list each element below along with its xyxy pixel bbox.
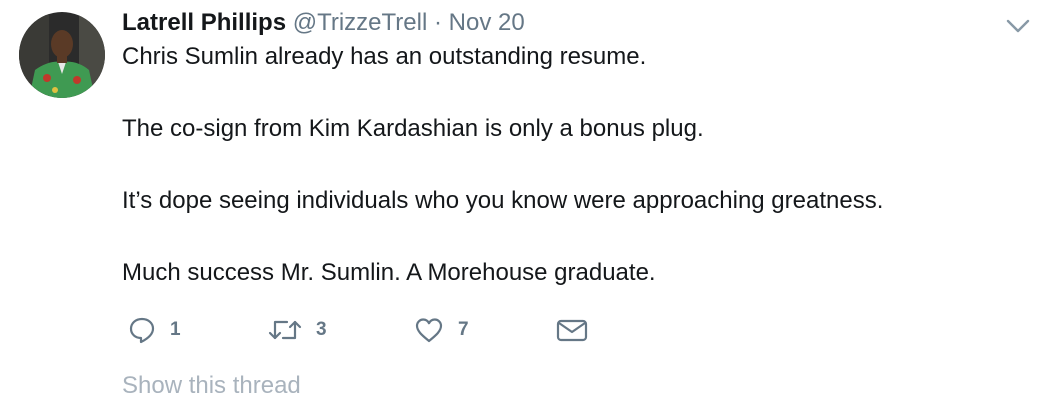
like-count: 7	[458, 319, 469, 340]
tweet-date[interactable]: Nov 20	[449, 9, 525, 36]
direct-message-button[interactable]	[555, 312, 589, 348]
tweet-paragraph: Chris Sumlin already has an outstanding …	[122, 43, 647, 70]
show-thread-link[interactable]: Show this thread	[122, 371, 301, 401]
heart-icon	[414, 316, 444, 344]
tweet-actions: 1 3 7	[0, 312, 1050, 348]
like-button[interactable]: 7	[414, 312, 469, 348]
reply-icon	[128, 316, 156, 344]
reply-button[interactable]: 1	[128, 312, 181, 348]
header-separator: ·	[433, 9, 442, 36]
tweet-text: Chris Sumlin already has an outstanding …	[122, 42, 1022, 330]
tweet-paragraph: It’s dope seeing individuals who you kno…	[122, 187, 884, 214]
avatar[interactable]	[19, 12, 105, 98]
author-name[interactable]: Latrell Phillips	[122, 9, 286, 36]
tweet-card[interactable]: Latrell Phillips @TrizzeTrell · Nov 20 C…	[0, 0, 1050, 412]
author-handle[interactable]: @TrizzeTrell	[293, 9, 428, 36]
envelope-icon	[555, 316, 589, 344]
retweet-button[interactable]: 3	[268, 312, 327, 348]
tweet-header: Latrell Phillips @TrizzeTrell · Nov 20	[122, 8, 525, 38]
tweet-paragraph: Much success Mr. Sumlin. A Morehouse gra…	[122, 259, 656, 286]
tweet-paragraph: The co-sign from Kim Kardashian is only …	[122, 115, 704, 142]
reply-count: 1	[170, 319, 181, 340]
retweet-icon	[268, 316, 302, 344]
chevron-down-icon[interactable]	[1003, 12, 1033, 40]
retweet-count: 3	[316, 319, 327, 340]
